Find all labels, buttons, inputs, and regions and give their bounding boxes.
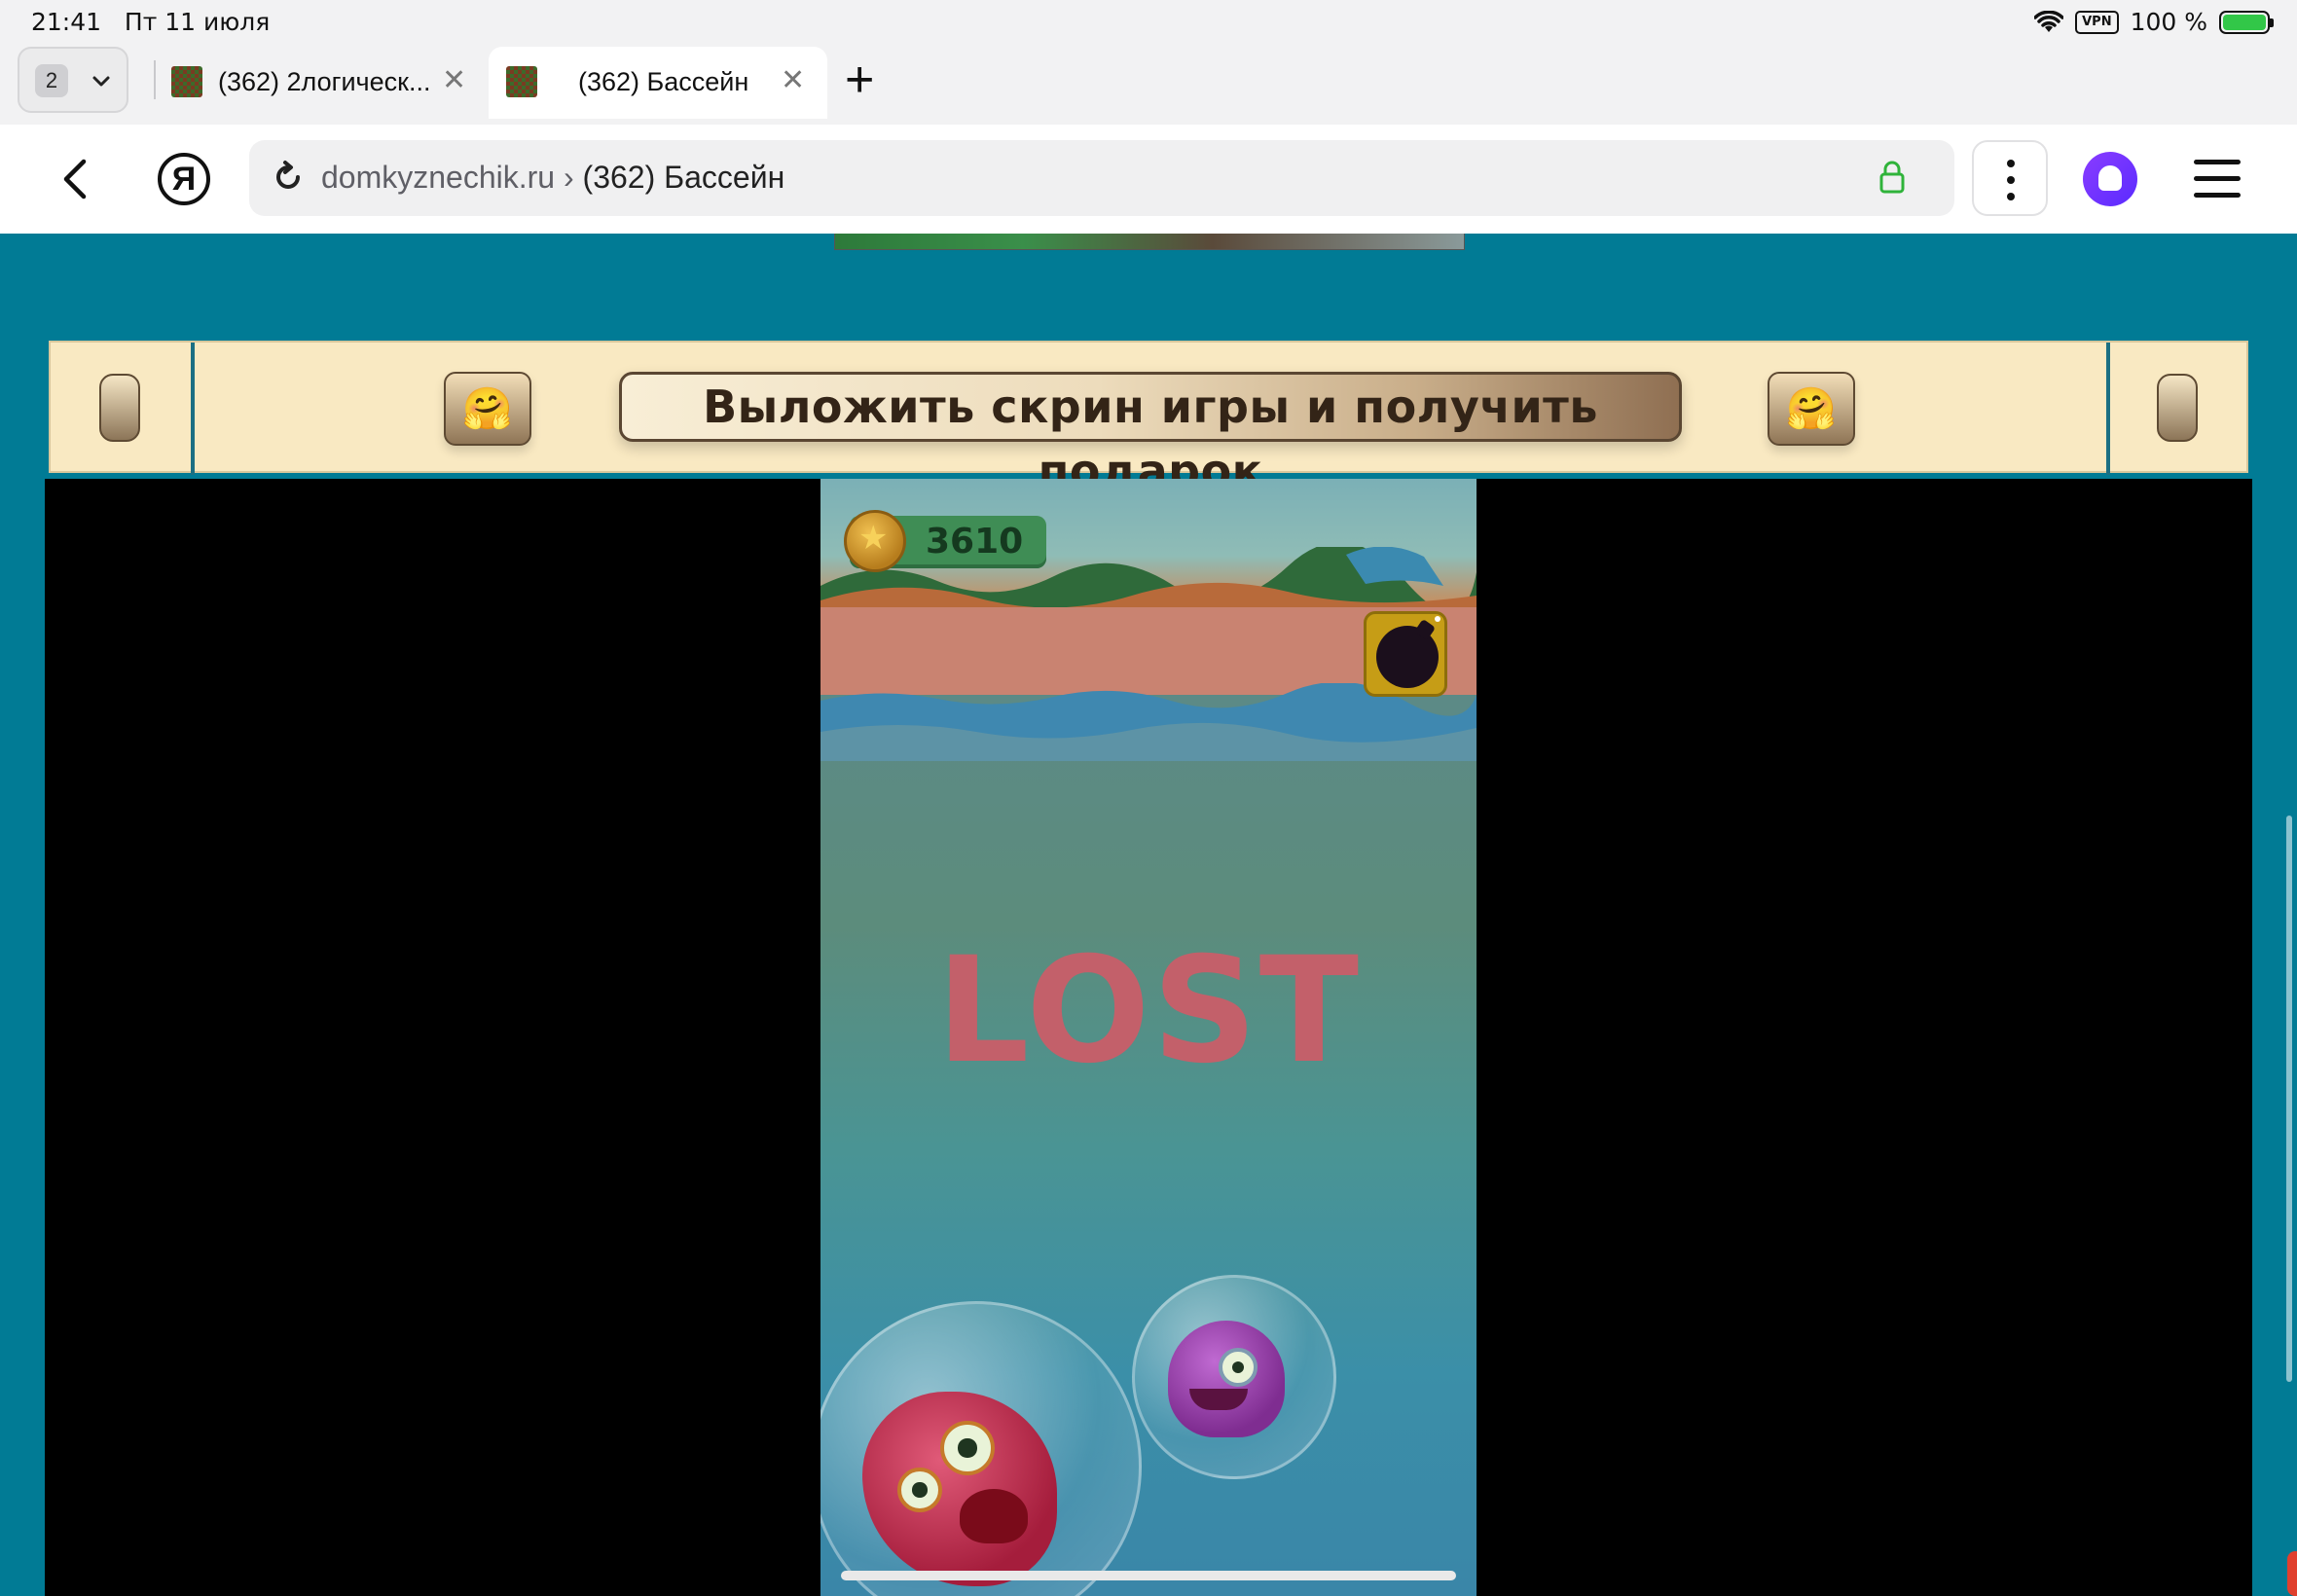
creature-eye xyxy=(940,1421,995,1475)
bubble-purple-creature xyxy=(1132,1275,1336,1479)
tab-divider xyxy=(154,60,156,99)
back-arrow-icon[interactable] xyxy=(56,156,95,202)
game-status-lost: LOST xyxy=(935,926,1362,1096)
tab-count: 2 xyxy=(35,64,68,97)
tab-bar: 2 (362) 2логическ... ✕ (362) Бассейн ✕ + xyxy=(0,47,2297,125)
tab-title: (362) Бассейн xyxy=(578,67,749,96)
share-screenshot-button[interactable]: Выложить скрин игры и получить подарок xyxy=(619,372,1682,497)
tab-item[interactable]: (362) 2логическ... ✕ xyxy=(162,47,479,119)
lock-icon[interactable] xyxy=(1878,160,1906,195)
navigation-bar: Я domkyznechik.ru › (362) Бассейн xyxy=(0,125,2297,234)
status-date: Пт 11 июля xyxy=(124,8,271,36)
hamburger-menu-icon[interactable] xyxy=(2194,160,2241,199)
vpn-badge: VPN xyxy=(2075,10,2119,34)
status-indicators: VPN 100 % xyxy=(2034,8,2274,36)
banner-handle-right xyxy=(2157,374,2198,442)
hugging-emoji-icon: 🤗 xyxy=(444,372,531,446)
tab-close-icon[interactable]: ✕ xyxy=(781,63,805,97)
reload-icon[interactable] xyxy=(271,160,306,195)
dot-icon xyxy=(2007,193,2015,200)
battery-charging-icon xyxy=(2219,10,2274,34)
site-favicon-icon xyxy=(171,66,202,97)
status-time: 21:41 xyxy=(31,8,102,36)
tab-item-active[interactable]: (362) Бассейн ✕ xyxy=(489,47,827,119)
wifi-icon xyxy=(2034,10,2064,32)
creature-eye xyxy=(1219,1348,1258,1387)
dot-icon xyxy=(2007,176,2015,184)
floating-red-widget[interactable] xyxy=(2287,1551,2297,1596)
battery-percent: 100 % xyxy=(2130,8,2207,36)
yandex-logo-button[interactable]: Я xyxy=(158,153,210,205)
page-scrollbar[interactable] xyxy=(2286,816,2292,1382)
promo-banner: 🤗 Выложить скрин игры и получить подарок… xyxy=(49,341,2248,497)
coin-count: 3610 xyxy=(926,522,1024,562)
purple-creature xyxy=(1168,1321,1285,1437)
tab-close-icon[interactable]: ✕ xyxy=(442,63,466,97)
game-canvas[interactable]: 3610 LOST xyxy=(820,479,1477,1596)
status-bar: 21:41 Пт 11 июля VPN 100 % xyxy=(0,0,2297,47)
previous-content-image xyxy=(834,234,1465,250)
bomb-icon xyxy=(1376,616,1440,688)
alice-assistant-icon[interactable] xyxy=(2083,152,2137,206)
bubble-red-creature xyxy=(820,1301,1142,1596)
new-tab-button[interactable]: + xyxy=(845,51,874,109)
banner-divider xyxy=(2106,343,2110,475)
chevron-down-icon xyxy=(92,76,110,87)
status-time-date: 21:41 Пт 11 июля xyxy=(31,8,270,36)
bomb-button[interactable] xyxy=(1364,611,1447,697)
site-favicon-icon xyxy=(506,66,537,97)
banner-handle-left xyxy=(99,374,140,442)
hugging-emoji-icon: 🤗 xyxy=(1768,372,1855,446)
home-indicator[interactable] xyxy=(841,1571,1456,1580)
more-options-button[interactable] xyxy=(1972,140,2048,216)
tab-switcher-button[interactable]: 2 xyxy=(18,47,128,113)
dot-icon xyxy=(2007,160,2015,167)
red-creature xyxy=(862,1392,1057,1586)
coin-counter: 3610 xyxy=(844,510,1046,572)
url-text: domkyznechik.ru › (362) Бассейн xyxy=(321,160,784,196)
creature-mouth xyxy=(1189,1389,1248,1410)
url-domain: domkyznechik.ru xyxy=(321,160,556,195)
banner-divider xyxy=(191,343,195,475)
creature-eye xyxy=(897,1468,942,1512)
tab-title: (362) 2логическ... xyxy=(218,67,431,96)
coin-star-icon xyxy=(844,510,906,572)
address-bar[interactable]: domkyznechik.ru › (362) Бассейн xyxy=(249,140,1954,216)
url-separator: › xyxy=(555,160,583,195)
url-page-title: (362) Бассейн xyxy=(582,160,785,195)
creature-mouth xyxy=(960,1489,1028,1543)
